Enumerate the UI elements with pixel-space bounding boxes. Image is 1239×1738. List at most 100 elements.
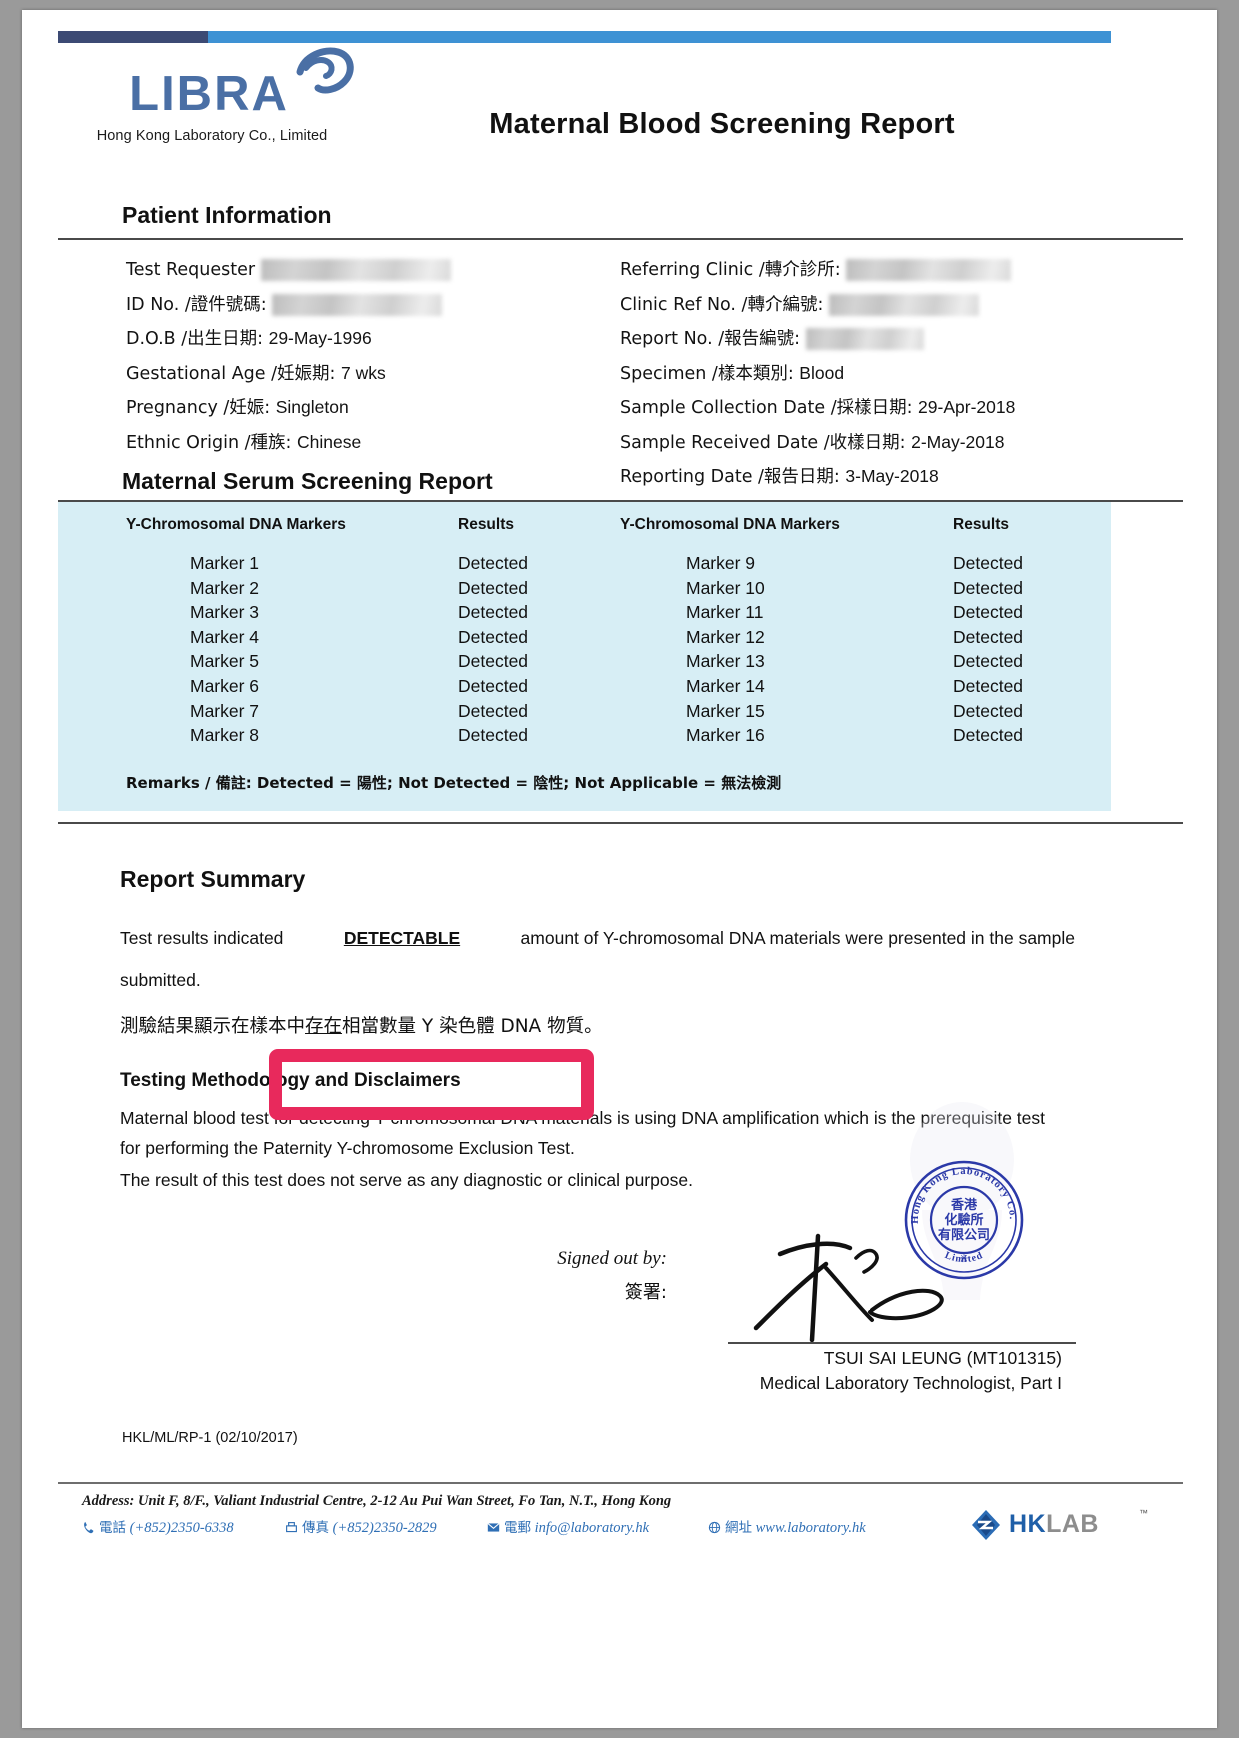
table-row-right-marker: Marker 15 bbox=[686, 700, 765, 721]
hklab-hk-text: HK bbox=[1009, 1510, 1047, 1538]
table-row-right-marker: Marker 9 bbox=[686, 553, 756, 573]
table-row-left-marker: Marker 5 bbox=[190, 651, 260, 672]
table-row-right-result: Detected bbox=[953, 725, 1024, 746]
table-row-right-result: Detected bbox=[953, 626, 1024, 647]
table-row-left-result: Detected bbox=[458, 725, 529, 746]
results-header-left: Results bbox=[458, 516, 514, 533]
table-row-left-marker: Marker 6 bbox=[190, 676, 260, 696]
clinic-field-label: Report No. /報告編號: bbox=[620, 329, 806, 349]
footer-website[interactable]: 網址 www.laboratory.hk bbox=[708, 1516, 866, 1539]
signed-out-by-label: Signed out by: bbox=[557, 1248, 667, 1269]
table-row-right-result: Detected bbox=[953, 700, 1024, 721]
table-row-left-result: Detected bbox=[458, 651, 529, 672]
clinic-field-redacted-value bbox=[805, 328, 924, 351]
svg-text:香港: 香港 bbox=[950, 1197, 978, 1213]
signature-label-chinese: 簽署: bbox=[624, 1282, 667, 1303]
page-title: Maternal Blood Screening Report bbox=[489, 108, 955, 140]
divider-patient bbox=[58, 238, 1183, 240]
table-row-left-marker: Marker 4 bbox=[190, 626, 260, 647]
table-row-right-marker: Marker 12 bbox=[686, 626, 765, 647]
footer-contact-row: 電話 (+852)2350-6338 傳真 (+852)2350-2829 電郵… bbox=[82, 1516, 982, 1542]
patient-field-row: Test Requester bbox=[126, 253, 596, 288]
table-row-right-result: Detected bbox=[953, 651, 1024, 672]
clinic-field-value: 2-May-2018 bbox=[911, 431, 1005, 452]
signatory-position: Medical Laboratory Technologist, Part I bbox=[759, 1373, 1062, 1393]
clinic-field-redacted-value bbox=[828, 293, 979, 316]
footer-fax-label: 傳真 bbox=[302, 1520, 329, 1536]
summary-chinese-prefix: 測驗結果顯示在樣本中 bbox=[120, 1016, 306, 1037]
table-row-right-marker: Marker 13 bbox=[686, 651, 765, 672]
table-row-right-result: Detected bbox=[953, 553, 1024, 573]
clinic-field-redacted-value bbox=[846, 259, 1012, 282]
report-summary-heading: Report Summary bbox=[120, 866, 306, 892]
patient-field-row: ID No. /證件號碼: bbox=[126, 288, 596, 323]
patient-information-heading: Patient Information bbox=[122, 202, 332, 228]
table-row-left-result: Detected bbox=[458, 553, 529, 573]
methodology-line-2: The result of this test does not serve a… bbox=[120, 1170, 693, 1190]
hklab-wordmark: HKLAB bbox=[1009, 1510, 1099, 1539]
patient-field-row: Pregnancy /妊娠: Singleton bbox=[126, 391, 596, 426]
header-bar-dark bbox=[58, 31, 208, 43]
patient-field-label: Test Requester bbox=[126, 260, 261, 280]
summary-chinese-emphasis: 存在 bbox=[305, 1016, 343, 1037]
svg-text:化驗所: 化驗所 bbox=[944, 1212, 983, 1228]
patient-field-label: Pregnancy /妊娠: bbox=[126, 398, 276, 418]
table-row-left-marker: Marker 2 bbox=[190, 577, 260, 598]
trademark-symbol: ™ bbox=[1139, 1508, 1148, 1518]
clinic-field-row: Reporting Date /報告日期: 3-May-2018 bbox=[620, 460, 1120, 495]
marker-header-right: Y-Chromosomal DNA Markers bbox=[620, 516, 840, 533]
clinic-field-label: Specimen /樣本類別: bbox=[620, 363, 800, 384]
summary-emphasis: DETECTABLE bbox=[343, 928, 461, 948]
table-row-left-result: Detected bbox=[458, 676, 529, 696]
summary-text-part1: Test results indicated bbox=[120, 928, 284, 948]
table-row-right-result: Detected bbox=[953, 676, 1024, 696]
table-row-right-result: Detected bbox=[953, 577, 1024, 598]
footer-email[interactable]: 電郵 info@laboratory.hk bbox=[487, 1516, 649, 1539]
clinic-field-label: Sample Received Date /收樣日期: bbox=[620, 432, 912, 453]
divider-summary bbox=[58, 822, 1183, 824]
summary-chinese-suffix: 相當數量 Y 染色體 DNA 物質。 bbox=[342, 1016, 603, 1037]
table-row-left-marker: Marker 3 bbox=[190, 602, 260, 623]
table-row-left-marker: Marker 1 bbox=[190, 553, 260, 573]
summary-line-chinese: 測驗結果顯示在樣本中存在相當數量 Y 染色體 DNA 物質。 bbox=[120, 1012, 603, 1038]
summary-line-1: Test results indicated DETECTABLE amount… bbox=[120, 928, 1075, 949]
patient-field-value: 7 wks bbox=[340, 362, 386, 383]
patient-field-label: Gestational Age /妊娠期: bbox=[126, 363, 341, 384]
header-bar-light bbox=[208, 31, 1111, 43]
methodology-line-1: for performing the Paternity Y-chromosom… bbox=[120, 1138, 575, 1158]
footer-phone-label: 電話 bbox=[99, 1520, 126, 1536]
patient-field-label: D.O.B /出生日期: bbox=[126, 329, 269, 349]
footer-divider bbox=[58, 1482, 1183, 1484]
signatory-name: TSUI SAI LEUNG (MT101315) bbox=[823, 1348, 1062, 1368]
patient-field-redacted-value bbox=[272, 293, 443, 316]
footer-web-label: 網址 bbox=[725, 1520, 752, 1536]
globe-icon bbox=[708, 1521, 721, 1539]
patient-field-value: Chinese bbox=[296, 431, 362, 452]
patient-field-value: 29-May-1996 bbox=[268, 328, 372, 348]
highlight-annotation-box bbox=[269, 1049, 594, 1120]
marker-results-panel: Y-Chromosomal DNA Markers Results Y-Chro… bbox=[58, 502, 1111, 811]
table-row-right-marker: Marker 14 bbox=[686, 676, 765, 696]
clinic-field-row: Sample Received Date /收樣日期: 2-May-2018 bbox=[620, 426, 1120, 461]
report-page: LIBRA Hong Kong Laboratory Co., Limited … bbox=[22, 10, 1217, 1728]
clinic-field-value: 3-May-2018 bbox=[845, 466, 939, 486]
clinic-field-row: Report No. /報告編號: bbox=[620, 322, 1120, 357]
table-row-right-result: Detected bbox=[953, 602, 1024, 623]
footer-email-value: info@laboratory.hk bbox=[534, 1520, 650, 1536]
signature-line bbox=[728, 1342, 1076, 1344]
patient-info-right-column: Referring Clinic /轉介診所: Clinic Ref No. /… bbox=[620, 253, 1120, 495]
patient-field-value: Singleton bbox=[275, 397, 349, 417]
patient-field-row: D.O.B /出生日期: 29-May-1996 bbox=[126, 322, 596, 357]
table-row-left-marker: Marker 8 bbox=[190, 725, 260, 746]
handwritten-signature bbox=[753, 1233, 944, 1343]
phone-icon bbox=[82, 1521, 95, 1539]
patient-field-row: Ethnic Origin /種族: Chinese bbox=[126, 426, 596, 461]
footer-fax[interactable]: 傳真 (+852)2350-2829 bbox=[285, 1516, 437, 1539]
clinic-field-row: Specimen /樣本類別: Blood bbox=[620, 357, 1120, 392]
clinic-field-row: Clinic Ref No. /轉介編號: bbox=[620, 288, 1120, 323]
summary-line-2: submitted. bbox=[120, 970, 201, 990]
clinic-field-label: Sample Collection Date /採樣日期: bbox=[620, 398, 919, 418]
table-row-left-result: Detected bbox=[458, 602, 529, 623]
footer-phone[interactable]: 電話 (+852)2350-6338 bbox=[82, 1516, 234, 1539]
footer-fax-value: (+852)2350-2829 bbox=[332, 1520, 437, 1536]
